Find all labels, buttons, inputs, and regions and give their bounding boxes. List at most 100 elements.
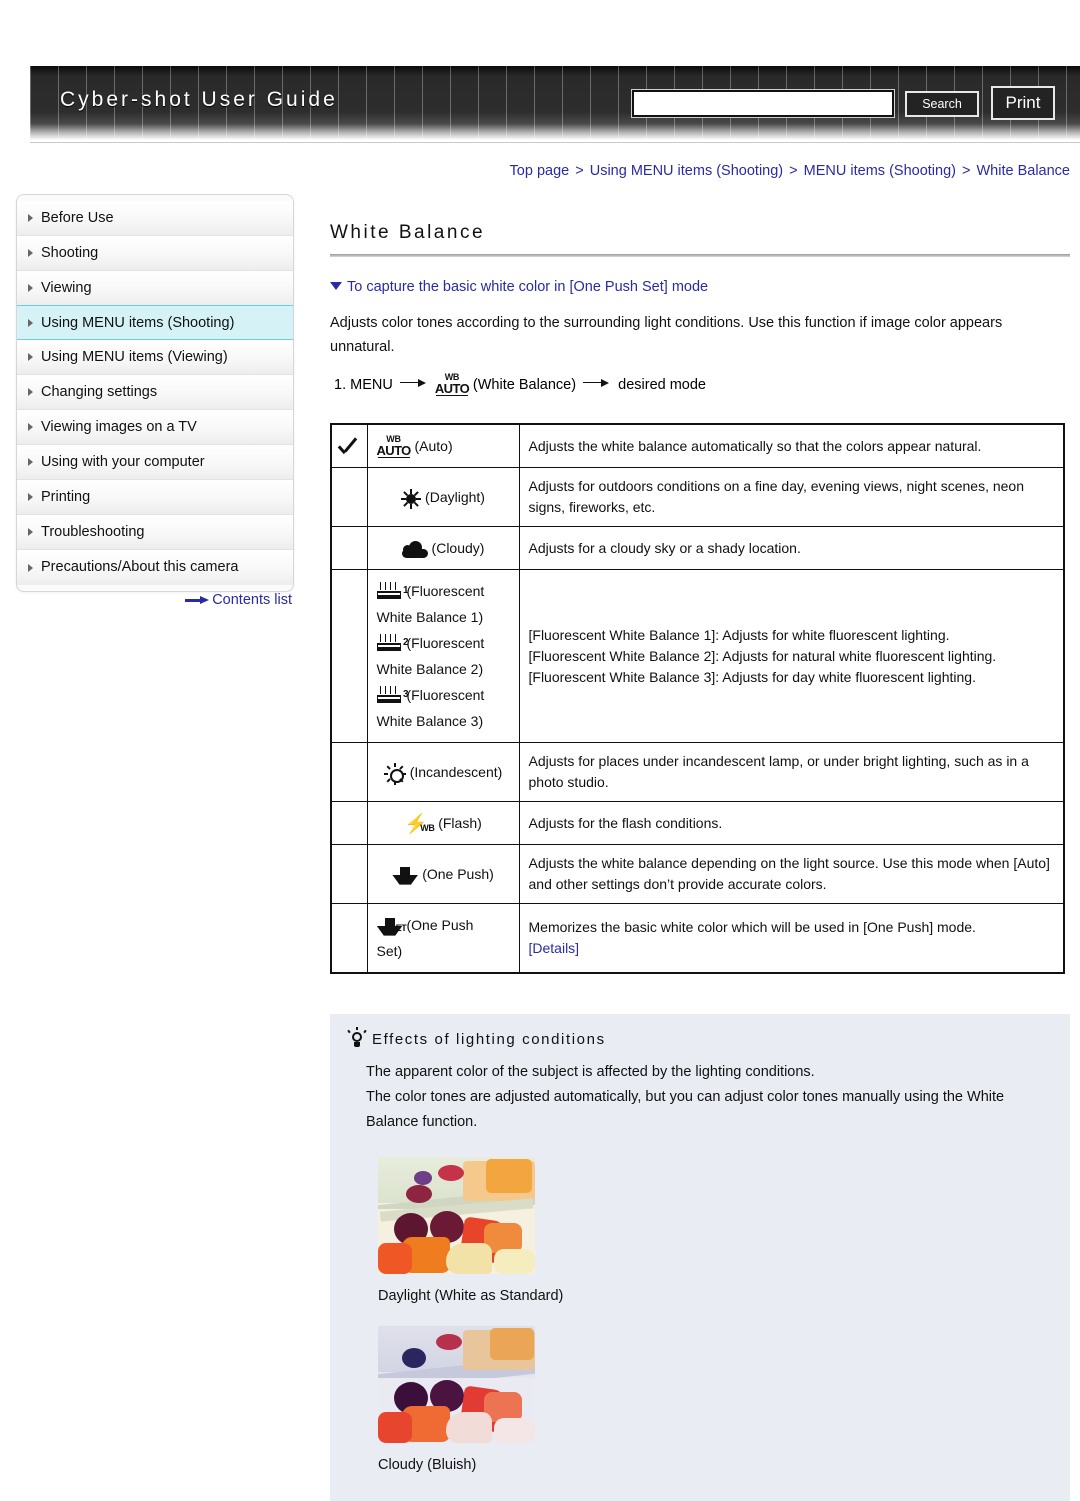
sidebar-item-using-menu-items-viewing[interactable]: Using MENU items (Viewing): [17, 340, 293, 375]
chevron-right-icon: [28, 458, 33, 466]
chevron-right-icon: [28, 249, 33, 257]
table-row: (One Push) Adjusts the white balance dep…: [330, 844, 1065, 905]
row-mode-cell: 1 (Fluorescent White Balance 1) 2 (Fluor…: [366, 569, 520, 744]
breadcrumb-item-0[interactable]: Top page: [510, 163, 570, 179]
sidebar-item-label: Before Use: [41, 210, 114, 226]
row-mode-cell: WB AUTO (Auto): [366, 423, 520, 469]
flash-wb-icon: ⚡ WB: [404, 814, 435, 836]
tip-heading-label: Effects of lighting conditions: [372, 1031, 606, 1049]
row-description-cell: Adjusts the white balance depending on t…: [518, 844, 1065, 905]
mode-label: (One Push: [406, 917, 474, 934]
details-link[interactable]: [Details]: [529, 938, 1055, 959]
sidebar-item-changing-settings[interactable]: Changing settings: [17, 375, 293, 410]
header-divider: [30, 142, 1080, 143]
desc-line: Memorizes the basic white color which wi…: [528, 919, 976, 936]
step-menu-label: MENU: [350, 376, 393, 393]
sidebar-item-using-menu-items-shooting[interactable]: Using MENU items (Shooting): [17, 305, 293, 340]
menu-step-instruction: 1. MENU WB AUTO (White Balance) desired …: [330, 373, 1070, 397]
row-mode-cell: (Cloudy): [366, 526, 520, 571]
sample-daylight: Daylight (White as Standard): [348, 1157, 1052, 1304]
chevron-right-icon: [28, 493, 33, 501]
sidebar-item-label: Using with your computer: [41, 454, 205, 470]
site-title: Cyber-shot User Guide: [60, 88, 338, 111]
intro-paragraph: Adjusts color tones according to the sur…: [330, 315, 1003, 355]
sidebar-item-viewing-images-on-a-tv[interactable]: Viewing images on a TV: [17, 410, 293, 445]
sidebar-item-label: Using MENU items (Viewing): [41, 349, 228, 365]
step-end-label: desired mode: [618, 376, 706, 393]
table-row: (Incandescent) Adjusts for places under …: [330, 742, 1065, 803]
row-mode-cell: (One Push): [366, 844, 520, 905]
fluorescent-2-icon: 2: [376, 634, 409, 655]
chevron-right-icon: [28, 528, 33, 536]
jump-to-one-push-set-link[interactable]: To capture the basic white color in [One…: [330, 279, 1070, 295]
mode-label: (Auto): [414, 438, 453, 454]
step-middle-label: (White Balance): [472, 376, 577, 393]
breadcrumb-item-2[interactable]: MENU items (Shooting): [804, 163, 956, 179]
triangle-down-icon: [330, 282, 342, 290]
sidebar-item-viewing[interactable]: Viewing: [17, 271, 293, 306]
mode-label: (Flash): [438, 815, 482, 832]
breadcrumb-item-1[interactable]: Using MENU items (Shooting): [590, 163, 783, 179]
breadcrumb-separator: >: [789, 163, 798, 179]
desc-line: [Fluorescent White Balance 1]: Adjusts f…: [528, 626, 950, 643]
row-mode-cell: ⚡ WB (Flash): [366, 801, 520, 846]
title-divider: [330, 254, 1070, 257]
checkmark-icon: [338, 437, 360, 457]
search-input[interactable]: [631, 89, 895, 118]
sidebar-item-troubleshooting[interactable]: Troubleshooting: [17, 515, 293, 550]
print-button[interactable]: Print: [991, 86, 1055, 120]
row-description-cell: Adjusts for places under incandescent la…: [518, 742, 1065, 803]
wb-auto-icon: WB AUTO: [377, 435, 411, 459]
desc-line: [Fluorescent White Balance 3]: Adjusts f…: [528, 668, 976, 685]
lightbulb-icon: [347, 1027, 367, 1048]
sidebar-item-using-with-your-computer[interactable]: Using with your computer: [17, 445, 293, 480]
contents-list-link[interactable]: Contents list: [16, 592, 294, 608]
mode-label: (One Push): [422, 866, 494, 883]
chevron-right-icon: [28, 318, 33, 327]
contents-list-label: Contents list: [212, 592, 292, 608]
row-checkmark-cell: [330, 844, 368, 905]
sample-caption: Daylight (White as Standard): [378, 1288, 564, 1305]
arrow-right-icon: [185, 596, 210, 605]
search-button[interactable]: Search: [905, 91, 979, 117]
mode-label-cont: White Balance 1): [376, 609, 484, 626]
sidebar-item-shooting[interactable]: Shooting: [17, 236, 293, 271]
mode-label: (Daylight): [425, 489, 485, 506]
mode-label: (Cloudy): [431, 540, 485, 557]
one-push-set-icon: SET: [376, 917, 407, 936]
row-checkmark-cell: [330, 526, 368, 571]
tip-line-2: The color tones are adjusted automatical…: [366, 1089, 1005, 1131]
mode-label-cont: White Balance 2): [376, 661, 484, 678]
breadcrumb-item-3[interactable]: White Balance: [977, 163, 1071, 179]
row-description-cell: Adjusts for a cloudy sky or a shady loca…: [518, 526, 1065, 571]
row-description-cell: Adjusts for outdoors conditions on a fin…: [518, 467, 1065, 528]
wb-icon-bottom-text: AUTO: [434, 381, 470, 396]
step-number: 1.: [334, 376, 347, 393]
sidebar-item-label: Shooting: [41, 245, 99, 261]
sidebar-item-before-use[interactable]: Before Use: [17, 201, 293, 236]
fluorescent-1-icon: 1: [376, 582, 409, 603]
desc-line: [Fluorescent White Balance 2]: Adjusts f…: [528, 647, 997, 664]
chevron-right-icon: [28, 284, 33, 292]
sidebar-item-label: Using MENU items (Shooting): [41, 315, 235, 331]
breadcrumb: Top page > Using MENU items (Shooting) >…: [330, 163, 1070, 179]
sidebar-item-label: Precautions/About this camera: [41, 559, 239, 575]
sidebar-item-precautions-about-this-camera[interactable]: Precautions/About this camera: [17, 550, 293, 585]
table-row: ⚡ WB (Flash) Adjusts for the flash condi…: [330, 801, 1065, 846]
one-push-icon: [392, 866, 419, 885]
tip-line-1: The apparent color of the subject is aff…: [366, 1064, 815, 1081]
chevron-right-icon: [28, 388, 33, 396]
sidebar-item-printing[interactable]: Printing: [17, 480, 293, 515]
row-checkmark-cell: [330, 569, 368, 744]
breadcrumb-separator: >: [962, 163, 971, 179]
row-mode-cell: SET (One Push Set): [366, 903, 520, 974]
sidebar-item-label: Viewing: [41, 280, 92, 296]
page-title: White Balance: [330, 222, 486, 243]
mode-label: (Incandescent): [409, 764, 503, 781]
arrow-right-icon: [399, 378, 428, 388]
jump-link-label: To capture the basic white color in [One…: [347, 279, 709, 295]
white-balance-modes-table: WB AUTO (Auto) Adjusts the white balance…: [330, 423, 1065, 975]
mode-label-cont: Set): [376, 943, 403, 960]
daylight-sun-icon: [401, 488, 421, 509]
row-mode-cell: (Daylight): [366, 467, 520, 528]
